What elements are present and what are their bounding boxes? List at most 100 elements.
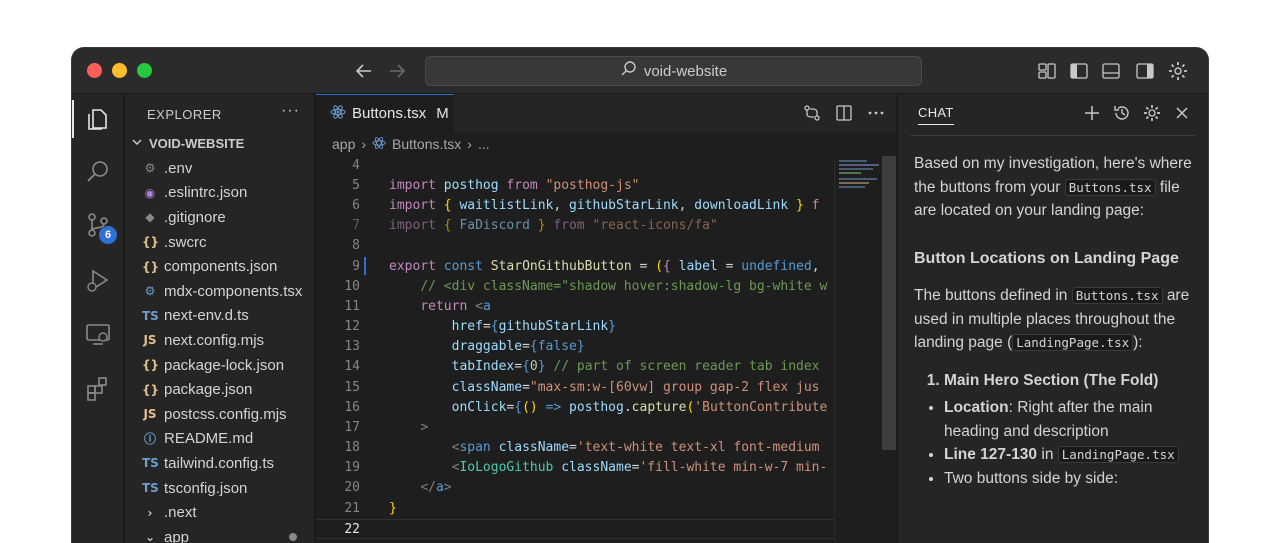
line-number: 20: [344, 480, 360, 495]
code-line: 8: [316, 236, 834, 256]
code-line: 21}: [316, 499, 834, 519]
inline-code: Buttons.tsx: [1071, 287, 1163, 304]
code-text: href={githubStarLink}: [451, 319, 616, 334]
file-tree-item[interactable]: ◉ .eslintrc.json: [125, 181, 314, 206]
file-tree-item[interactable]: TS next-env.d.ts: [125, 304, 314, 329]
file-tree-item[interactable]: ◆ .gitignore: [125, 205, 314, 230]
bold-text: Location: [944, 399, 1009, 416]
file-tree-item[interactable]: ⚙ mdx-components.tsx: [125, 279, 314, 304]
file-tree: ⚙ .env ◉ .eslintrc.json ◆ .gitignore{} .swcrc{…: [125, 156, 314, 543]
code-text: import { FaDiscord } from "react-icons/f…: [389, 218, 718, 233]
close-icon[interactable]: [1172, 103, 1192, 128]
file-tree-item[interactable]: TS tsconfig.json: [125, 476, 314, 501]
file-tree-item[interactable]: {} components.json: [125, 254, 314, 279]
list-item: Two buttons side by side:: [944, 467, 1192, 491]
chevron-right-icon: ›: [361, 136, 367, 152]
run-debug-icon[interactable]: [84, 266, 112, 294]
command-center-search[interactable]: void-website: [425, 56, 922, 86]
file-tree-item[interactable]: ⌄ app: [125, 525, 314, 543]
minimize-window-button[interactable]: [112, 63, 127, 78]
file-name: .swcrc: [164, 233, 207, 251]
explorer-root-folder[interactable]: VOID-WEBSITE: [131, 136, 244, 151]
current-code-line: 22: [316, 519, 834, 540]
toggle-panel-icon[interactable]: [1100, 60, 1122, 82]
layout-customize-icon[interactable]: [1036, 60, 1058, 82]
chat-settings-gear-icon[interactable]: [1142, 103, 1162, 128]
list-item: Main Hero Section (The Fold): [944, 369, 1192, 393]
code-text: tabIndex={0} // part of screen reader ta…: [451, 359, 820, 374]
forward-arrow-icon[interactable]: [385, 59, 409, 83]
chat-message: Based on my investigation, here's where …: [914, 152, 1192, 490]
line-number: 7: [352, 218, 360, 233]
line-number: 10: [344, 279, 360, 294]
extensions-icon[interactable]: [84, 374, 112, 402]
code-line: 11 return <a: [316, 297, 834, 317]
chat-paragraph: Based on my investigation, here's where …: [914, 152, 1192, 223]
new-chat-icon[interactable]: [1082, 103, 1102, 128]
file-tree-item[interactable]: JS next.config.mjs: [125, 328, 314, 353]
file-tree-item[interactable]: {} package-lock.json: [125, 353, 314, 378]
toggle-primary-sidebar-icon[interactable]: [1068, 60, 1090, 82]
file-type-icon: TS: [142, 456, 159, 471]
settings-gear-icon[interactable]: [1167, 60, 1189, 82]
inline-code: Buttons.tsx: [1064, 178, 1156, 196]
open-changes-icon[interactable]: [802, 103, 822, 128]
split-editor-icon[interactable]: [834, 103, 854, 128]
file-type-icon: ◉: [144, 185, 156, 200]
breadcrumb-file[interactable]: Buttons.tsx: [392, 136, 461, 152]
code-line: 20 </a>: [316, 478, 834, 498]
breadcrumb-symbol[interactable]: ...: [478, 136, 490, 152]
back-arrow-icon[interactable]: [352, 59, 376, 83]
more-actions-icon[interactable]: [866, 103, 886, 128]
explorer-more-actions-icon[interactable]: ···: [281, 102, 300, 120]
code-line: 19 <IoLogoGithub className='fill-white m…: [316, 458, 834, 478]
code-text: <IoLogoGithub className='fill-white min-…: [451, 460, 828, 475]
history-icon[interactable]: [1112, 103, 1132, 128]
search-icon[interactable]: [84, 158, 112, 186]
file-tree-item[interactable]: ⚙ .env: [125, 156, 314, 181]
file-name: postcss.config.mjs: [164, 405, 287, 423]
chat-title[interactable]: CHAT: [918, 105, 954, 125]
code-line: 5 import posthog from "posthog-js": [316, 176, 834, 196]
code-line: 10 // <div className="shadow hover:shado…: [316, 277, 834, 297]
divider: [910, 135, 1196, 136]
code-line: 6 import { waitlistLink, githubStarLink, …: [316, 196, 834, 216]
file-tree-item[interactable]: TS tailwind.config.ts: [125, 451, 314, 476]
code-text: }: [389, 501, 397, 516]
maximize-window-button[interactable]: [137, 63, 152, 78]
toggle-secondary-sidebar-icon[interactable]: [1134, 60, 1156, 82]
line-number: 4: [352, 158, 360, 173]
line-number: 15: [344, 380, 360, 395]
file-type-icon: {}: [142, 259, 160, 274]
code-text: >: [420, 420, 429, 435]
file-name: components.json: [164, 258, 278, 276]
explorer-files-icon[interactable]: [84, 105, 112, 133]
code-text: // <div className="shadow hover:shadow-l…: [420, 279, 828, 294]
file-tree-item[interactable]: ⓘ README.md: [125, 427, 314, 452]
tab-buttons-tsx[interactable]: Buttons.tsx M: [316, 94, 454, 132]
titlebar: void-website: [72, 48, 1208, 94]
inline-code: LandingPage.tsx: [1057, 446, 1179, 463]
file-tree-item[interactable]: › .next: [125, 500, 314, 525]
close-window-button[interactable]: [87, 63, 102, 78]
file-name: package.json: [164, 381, 253, 399]
line-number: 17: [344, 420, 360, 435]
file-tree-item[interactable]: {} package.json: [125, 377, 314, 402]
editor-group: Buttons.tsx M app › Buttons.tsx › ... 4 …: [316, 94, 896, 543]
code-line: 7 import { FaDiscord } from "react-icons/…: [316, 216, 834, 236]
breadcrumb-app[interactable]: app: [332, 136, 355, 152]
file-name: tailwind.config.ts: [164, 454, 275, 472]
file-type-icon: ⓘ: [143, 432, 156, 447]
file-type-icon: JS: [143, 407, 157, 422]
file-tree-item[interactable]: JS postcss.config.mjs: [125, 402, 314, 427]
file-name: .next: [164, 504, 197, 522]
file-tree-item[interactable]: {} .swcrc: [125, 230, 314, 255]
file-type-icon: ◆: [145, 210, 155, 225]
code-line: 9 export const StarOnGithubButton = ({ la…: [316, 257, 834, 277]
activity-bar: 6: [72, 94, 124, 543]
code-editor[interactable]: 4 5 import posthog from "posthog-js" 6 imp…: [316, 156, 834, 543]
code-line: 17 >: [316, 418, 834, 438]
minimap[interactable]: [834, 156, 896, 543]
scrollbar-slider[interactable]: [882, 156, 896, 450]
remote-explorer-icon[interactable]: [84, 320, 112, 348]
